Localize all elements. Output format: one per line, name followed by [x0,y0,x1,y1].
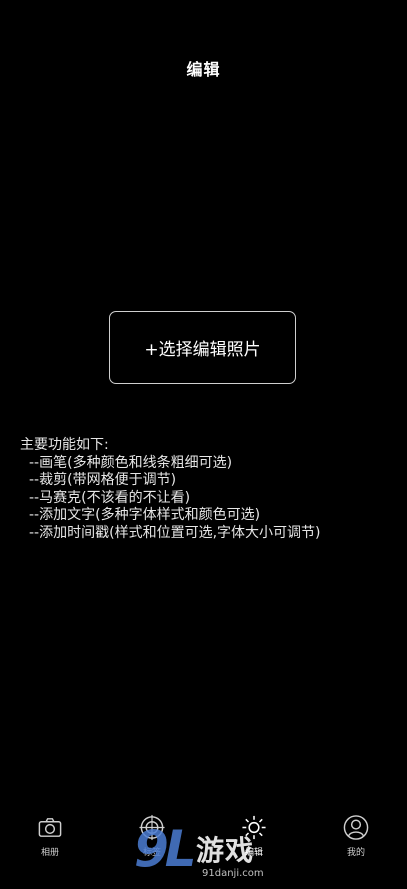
tab-edit-label: 编辑 [244,848,263,858]
select-photo-button[interactable]: +选择编辑照片 [109,311,296,384]
target-icon [139,814,165,841]
bottom-tab-bar: 相册 标签 编辑 我的 [0,808,407,868]
feature-item-mosaic: --马赛克(不该看的不让看) [29,489,191,506]
watermark-site: 91danji.com [202,868,264,879]
tab-mine[interactable]: 我的 [316,808,396,858]
tab-edit[interactable]: 编辑 [214,808,294,858]
tab-mine-label: 我的 [346,848,365,858]
user-icon [343,815,369,840]
feature-item-crop: --裁剪(带网格便于调节) [29,472,177,488]
feature-list-title: 主要功能如下: [20,437,109,453]
tab-label-tag[interactable]: 标签 [112,808,192,858]
feature-list: 主要功能如下: --画笔(多种颜色和线条粗细可选) --裁剪(带网格便于调节) … [20,437,390,542]
page-title: 编辑 [186,60,221,79]
tab-album-label: 相册 [40,848,59,858]
feature-item-timestamp: --添加时间戳(样式和位置可选,字体大小可调节) [29,524,321,541]
feature-item-text: --添加文字(多种字体样式和颜色可选) [29,507,261,523]
tab-tag-label: 标签 [142,848,161,858]
camera-icon [38,818,62,837]
feature-item-brush: --画笔(多种颜色和线条粗细可选) [29,454,233,471]
sun-icon [242,815,266,840]
tab-album[interactable]: 相册 [10,808,90,858]
